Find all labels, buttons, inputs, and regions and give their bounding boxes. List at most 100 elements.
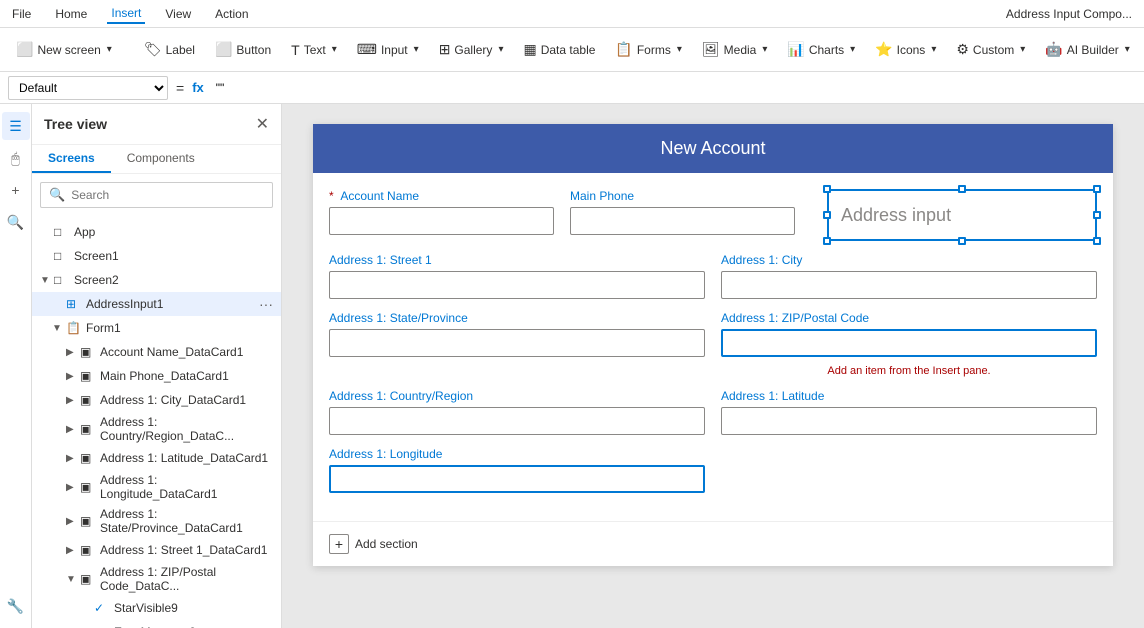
media-button[interactable]: 🖼 Media <box>694 37 776 62</box>
menu-insert[interactable]: Insert <box>107 4 145 24</box>
form1-icon: 📋 <box>66 321 82 335</box>
more-options-icon[interactable]: ··· <box>259 296 273 312</box>
sidebar-item-longitude[interactable]: ▶ ▣ Address 1: Longitude_DataCard1 <box>32 470 281 504</box>
form-field-longitude: Address 1: Longitude <box>329 447 705 493</box>
handle-bottom-middle[interactable] <box>958 237 966 245</box>
text-icon: T <box>291 42 300 58</box>
window-title: Address Input Compo... <box>1002 5 1136 23</box>
new-screen-button[interactable]: ⬜ New screen <box>8 37 120 62</box>
handle-top-middle[interactable] <box>958 185 966 193</box>
menu-bar: File Home Insert View Action Address Inp… <box>0 0 1144 28</box>
handle-bottom-right[interactable] <box>1093 237 1101 245</box>
input-icon: ⌨ <box>357 41 377 58</box>
sidebar-item-app[interactable]: □ App <box>32 220 281 244</box>
menu-home[interactable]: Home <box>51 5 91 23</box>
main-phone-input[interactable] <box>570 207 795 235</box>
expand-street-icon: ▶ <box>66 545 80 556</box>
rail-settings-icon[interactable]: 🔧 <box>2 592 30 620</box>
longitude-label: Address 1: Longitude_DataCard1 <box>100 473 273 501</box>
charts-icon: 📊 <box>787 41 804 58</box>
sidebar-item-city[interactable]: ▶ ▣ Address 1: City_DataCard1 <box>32 388 281 412</box>
form-row-3: Address 1: State/Province Address 1: ZIP… <box>329 311 1097 377</box>
sidebar-item-account-name[interactable]: ▶ ▣ Account Name_DataCard1 <box>32 340 281 364</box>
charts-button[interactable]: 📊 Charts <box>779 37 863 62</box>
form-field-zip: Address 1: ZIP/Postal Code Add an item f… <box>721 311 1097 377</box>
rail-pointer-icon[interactable]: 🖱 <box>2 144 30 172</box>
country-label: Address 1: Country/Region_DataC... <box>100 415 273 443</box>
expand-form1-icon: ▼ <box>52 323 66 334</box>
sidebar-item-addressinput1[interactable]: ⊞ AddressInput1 ··· <box>32 292 281 316</box>
formula-fx-button[interactable]: fx <box>192 80 204 95</box>
handle-bottom-left[interactable] <box>823 237 831 245</box>
ai-builder-button[interactable]: 🤖 AI Builder <box>1037 37 1138 62</box>
sidebar-item-form1[interactable]: ▼ 📋 Form1 <box>32 316 281 340</box>
sidebar-item-screen2[interactable]: ▼ □ Screen2 <box>32 268 281 292</box>
icons-button[interactable]: ⭐ Icons <box>867 37 944 62</box>
required-star: * <box>329 189 334 203</box>
sidebar-search-input[interactable] <box>71 188 264 202</box>
country-input[interactable] <box>329 407 705 435</box>
formula-scope-dropdown[interactable]: Default <box>8 76 168 100</box>
tab-components[interactable]: Components <box>111 145 211 173</box>
rail-tree-icon[interactable]: ☰ <box>2 112 30 140</box>
button-icon: ⬜ <box>215 41 232 58</box>
tab-screens[interactable]: Screens <box>32 145 111 173</box>
gallery-button[interactable]: ⊞ Gallery <box>431 37 512 62</box>
form-field-main-phone: Main Phone <box>570 189 795 241</box>
sidebar-item-errormessage9[interactable]: ✓ ErrorMessage9 <box>32 620 281 628</box>
label-icon: 🏷 <box>144 41 162 58</box>
expand-country-icon: ▶ <box>66 424 80 435</box>
city-input[interactable] <box>721 271 1097 299</box>
add-section-icon: + <box>329 534 349 554</box>
forms-icon: 📋 <box>615 41 632 58</box>
handle-top-right[interactable] <box>1093 185 1101 193</box>
account-name-input[interactable] <box>329 207 554 235</box>
street-input[interactable] <box>329 271 705 299</box>
expand-account-name-icon: ▶ <box>66 347 80 358</box>
sidebar-item-state[interactable]: ▶ ▣ Address 1: State/Province_DataCard1 <box>32 504 281 538</box>
form-row-5: Address 1: Longitude <box>329 447 1097 493</box>
screen1-icon: □ <box>54 249 70 263</box>
screen2-label: Screen2 <box>74 273 273 287</box>
add-section-button[interactable]: + Add section <box>329 534 418 554</box>
sidebar-item-starvisible9[interactable]: ✓ StarVisible9 <box>32 596 281 620</box>
menu-view[interactable]: View <box>161 5 195 23</box>
handle-top-left[interactable] <box>823 185 831 193</box>
rail-add-icon[interactable]: + <box>2 176 30 204</box>
sidebar-item-street[interactable]: ▶ ▣ Address 1: Street 1_DataCard1 <box>32 538 281 562</box>
address-widget[interactable]: Address input <box>827 189 1097 241</box>
sidebar-item-screen1[interactable]: □ Screen1 <box>32 244 281 268</box>
app-label: App <box>74 225 273 239</box>
sidebar-title: Tree view <box>44 116 107 132</box>
formula-input[interactable] <box>212 76 1136 100</box>
handle-middle-left[interactable] <box>823 211 831 219</box>
sidebar-close-icon[interactable]: ✕ <box>256 114 269 134</box>
formula-bar: Default = fx <box>0 72 1144 104</box>
latitude-input[interactable] <box>721 407 1097 435</box>
data-table-button[interactable]: ▦ Data table <box>515 37 603 62</box>
custom-button[interactable]: ⚙ Custom <box>948 37 1033 62</box>
label-button[interactable]: 🏷 Label <box>136 37 203 62</box>
form-field-state: Address 1: State/Province <box>329 311 705 377</box>
zip-input[interactable] <box>721 329 1097 357</box>
formula-equals-sign: = <box>176 80 184 96</box>
sidebar-item-zip[interactable]: ▼ ▣ Address 1: ZIP/Postal Code_DataC... <box>32 562 281 596</box>
menu-action[interactable]: Action <box>211 5 252 23</box>
starvisible-icon: ✓ <box>94 601 110 615</box>
main-layout: ☰ 🖱 + 🔍 🔧 Tree view ✕ Screens Components… <box>0 104 1144 628</box>
text-button[interactable]: T Text <box>283 38 345 62</box>
sidebar-item-country[interactable]: ▶ ▣ Address 1: Country/Region_DataC... <box>32 412 281 446</box>
form1-label: Form1 <box>86 321 273 335</box>
handle-middle-right[interactable] <box>1093 211 1101 219</box>
forms-button[interactable]: 📋 Forms <box>607 37 689 62</box>
form-header: New Account <box>313 124 1113 173</box>
state-input[interactable] <box>329 329 705 357</box>
button-button[interactable]: ⬜ Button <box>207 37 279 62</box>
rail-search-icon[interactable]: 🔍 <box>2 208 30 236</box>
sidebar-item-latitude[interactable]: ▶ ▣ Address 1: Latitude_DataCard1 <box>32 446 281 470</box>
input-button[interactable]: ⌨ Input <box>349 37 427 62</box>
longitude-input[interactable] <box>329 465 705 493</box>
menu-file[interactable]: File <box>8 5 35 23</box>
addressinput-label: AddressInput1 <box>86 297 259 311</box>
sidebar-item-main-phone[interactable]: ▶ ▣ Main Phone_DataCard1 <box>32 364 281 388</box>
